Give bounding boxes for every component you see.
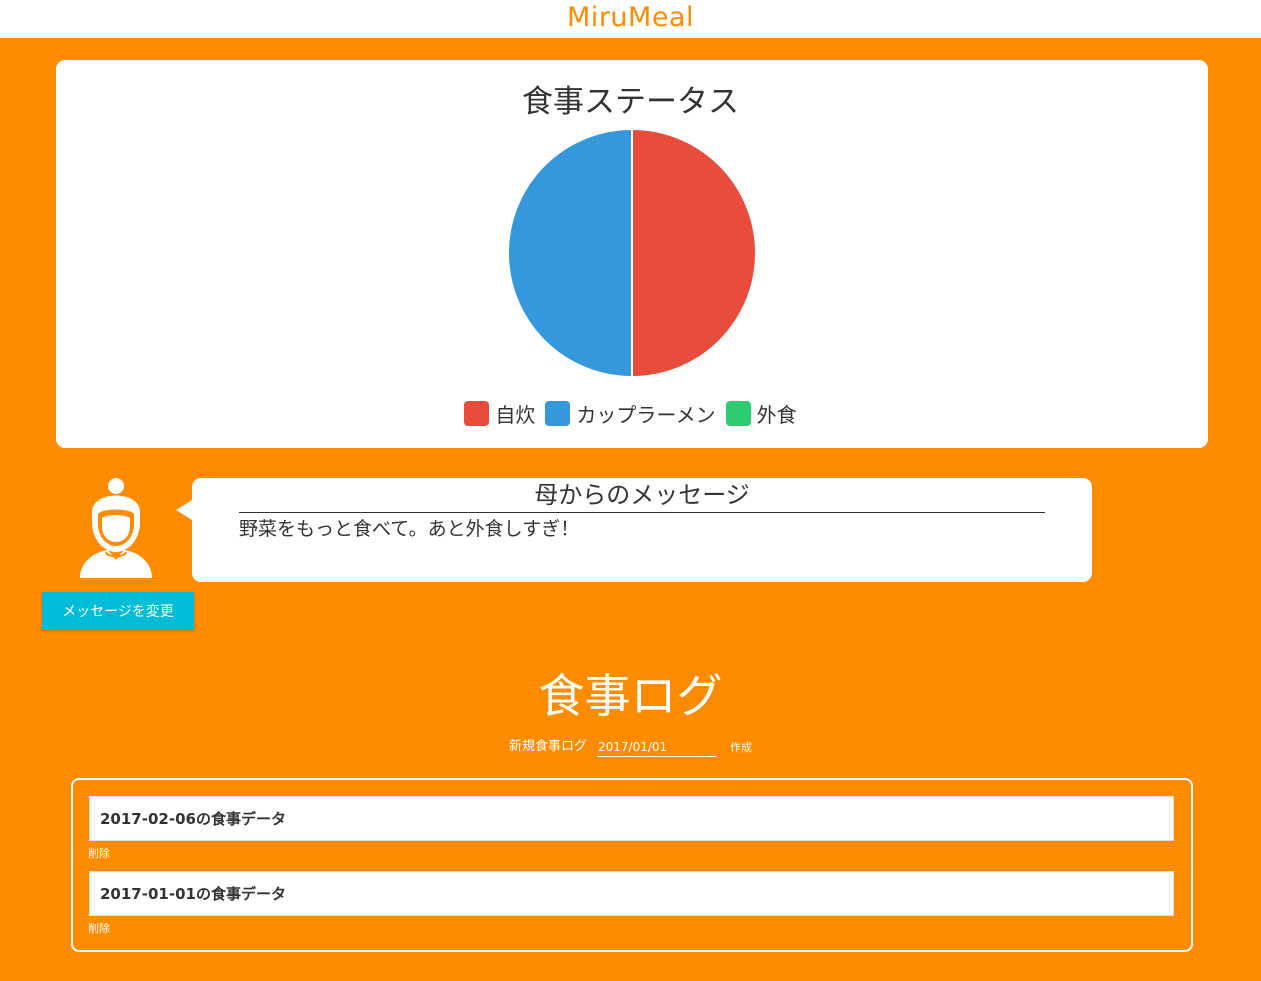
message-body: 野菜をもっと食べて。あと外食しすぎ！ [239,518,580,540]
message-bubble: 母からのメッセージ 野菜をもっと食べて。あと外食しすぎ！ [176,478,1092,582]
meal-log-heading: 食事ログ [538,669,723,723]
meal-status-pie-chart [507,128,757,378]
legend-label: カップラーメン [576,403,716,427]
meal-log-list: 2017-02-06の食事データ 削除 2017-01-01の食事データ 削除 [71,778,1193,952]
legend-item-cup-ramen[interactable]: カップラーメン [545,399,716,428]
chart-legend: 自炊 カップラーメン 外食 [0,399,1261,428]
legend-item-eating-out[interactable]: 外食 [725,399,797,428]
create-button[interactable]: 作成 [730,739,752,757]
log-item-title: 2017-02-06の食事データ [100,810,286,828]
brand-logo[interactable]: MiruMeal [567,2,694,33]
legend-label: 自炊 [495,403,536,427]
pie-slice-0[interactable] [631,128,757,378]
legend-swatch [464,401,490,426]
legend-swatch [725,401,751,426]
list-item[interactable]: 2017-01-01の食事データ [89,871,1174,916]
mother-avatar-icon [80,478,152,578]
new-log-form: 新規食事ログ 作成 [0,737,1261,757]
date-input[interactable] [597,740,716,757]
chart-title: 食事ステータス [522,84,739,120]
legend-swatch [545,401,571,426]
delete-button[interactable]: 削除 [88,920,110,936]
list-item[interactable]: 2017-02-06の食事データ [89,796,1174,841]
legend-label: 外食 [756,403,797,427]
log-item-title: 2017-01-01の食事データ [100,885,286,903]
message-title: 母からのメッセージ [239,480,1045,513]
delete-button[interactable]: 削除 [88,845,110,861]
new-log-label: 新規食事ログ [508,739,587,754]
pie-slice-1[interactable] [507,128,633,378]
top-bar: MiruMeal [0,0,1261,38]
change-message-button[interactable]: メッセージを変更 [42,592,194,630]
legend-item-self-cooking[interactable]: 自炊 [464,399,535,428]
